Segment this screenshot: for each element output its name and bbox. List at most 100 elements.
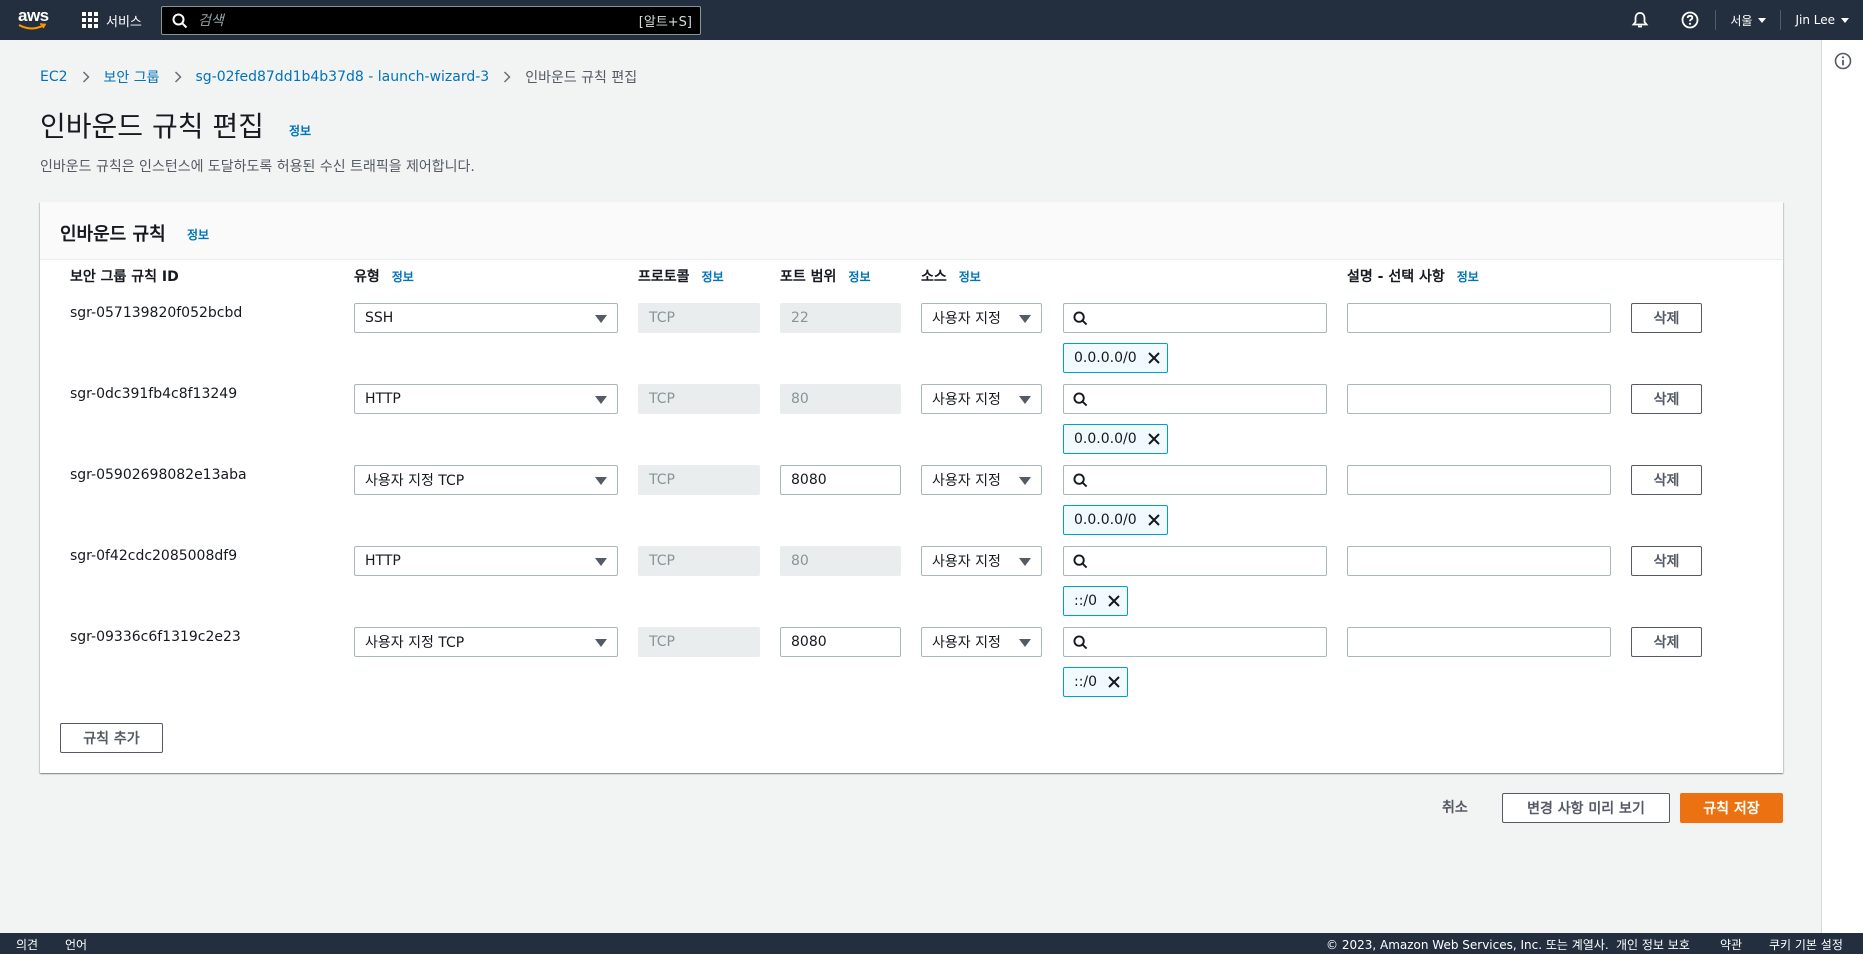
source-select[interactable]: 사용자 지정 xyxy=(921,465,1042,495)
cidr-token-label: ::/0 xyxy=(1074,593,1098,609)
services-label: 서비스 xyxy=(106,14,142,30)
page-title: 인바운드 규칙 편집 xyxy=(40,110,264,143)
nav-right-group: 서울 Jin Lee xyxy=(1615,0,1863,40)
rule-id: sgr-057139820f052bcbd xyxy=(70,305,243,321)
preview-changes-button[interactable]: 변경 사항 미리 보기 xyxy=(1502,793,1670,823)
cookie-preferences-link[interactable]: 쿠키 기본 설정 xyxy=(1769,936,1843,953)
column-header-description: 설명 - 선택 사항 정보 xyxy=(1347,266,1479,286)
column-label: 설명 - 선택 사항 xyxy=(1347,269,1445,285)
cidr-token: ::/0 xyxy=(1063,667,1129,697)
delete-rule-button[interactable]: 삭제 xyxy=(1631,627,1702,657)
description-input[interactable] xyxy=(1347,303,1611,333)
page-info-link[interactable]: 정보 xyxy=(289,122,311,139)
port-range-info-link[interactable]: 정보 xyxy=(848,268,870,285)
type-select[interactable]: HTTP xyxy=(354,384,618,414)
column-header-type: 유형 정보 xyxy=(354,266,414,286)
caret-down-icon xyxy=(595,639,607,647)
region-selector[interactable]: 서울 xyxy=(1716,0,1780,40)
source-select[interactable]: 사용자 지정 xyxy=(921,303,1042,333)
account-menu[interactable]: Jin Lee xyxy=(1781,0,1863,40)
type-select[interactable]: HTTP xyxy=(354,546,618,576)
close-icon[interactable] xyxy=(1147,513,1161,527)
search-input[interactable] xyxy=(188,7,639,34)
aws-logo-text: aws xyxy=(18,6,49,25)
rule-id: sgr-0dc391fb4c8f13249 xyxy=(70,386,238,402)
search-icon xyxy=(1073,472,1088,487)
services-menu-button[interactable]: 서비스 xyxy=(82,0,142,40)
close-icon[interactable] xyxy=(1107,675,1121,689)
delete-rule-button[interactable]: 삭제 xyxy=(1631,465,1702,495)
help-button[interactable] xyxy=(1665,0,1715,40)
rule-id: sgr-05902698082e13aba xyxy=(70,467,247,483)
port-range-field: 80 xyxy=(780,384,901,414)
rule-id: sgr-0f42cdc2085008df9 xyxy=(70,548,238,564)
cidr-search-input[interactable] xyxy=(1063,303,1327,333)
help-icon xyxy=(1681,11,1699,29)
source-select[interactable]: 사용자 지정 xyxy=(921,627,1042,657)
cidr-search-input[interactable] xyxy=(1063,546,1327,576)
source-select-value: 사용자 지정 xyxy=(932,554,1001,570)
add-rule-button[interactable]: 규칙 추가 xyxy=(60,723,163,753)
terms-link[interactable]: 약관 xyxy=(1720,936,1742,953)
type-select[interactable]: 사용자 지정 TCP xyxy=(354,465,618,495)
region-label: 서울 xyxy=(1730,13,1753,28)
column-label: 유형 xyxy=(354,269,380,285)
column-header-protocol: 프로토콜 정보 xyxy=(638,266,724,286)
breadcrumb-security-group[interactable]: sg-02fed87dd1b4b37d8 - launch-wizard-3 xyxy=(196,69,490,85)
close-icon[interactable] xyxy=(1147,351,1161,365)
source-select-value: 사용자 지정 xyxy=(932,392,1001,408)
caret-down-icon xyxy=(595,315,607,323)
close-icon[interactable] xyxy=(1107,594,1121,608)
source-select[interactable]: 사용자 지정 xyxy=(921,384,1042,414)
cidr-token-label: ::/0 xyxy=(1074,674,1098,690)
panel-header: 인바운드 규칙 정보 xyxy=(40,202,1783,260)
panel-info-link[interactable]: 정보 xyxy=(187,226,209,243)
source-info-link[interactable]: 정보 xyxy=(959,268,981,285)
description-input[interactable] xyxy=(1347,384,1611,414)
privacy-link[interactable]: 개인 정보 보호 xyxy=(1616,936,1690,953)
delete-rule-button[interactable]: 삭제 xyxy=(1631,546,1702,576)
search-icon xyxy=(1073,553,1088,568)
caret-down-icon xyxy=(1758,17,1767,23)
column-header-port-range: 포트 범위 정보 xyxy=(780,266,871,286)
type-select[interactable]: 사용자 지정 TCP xyxy=(354,627,618,657)
breadcrumb-ec2[interactable]: EC2 xyxy=(40,69,68,85)
caret-down-icon xyxy=(1019,315,1031,323)
caret-down-icon xyxy=(1019,477,1031,485)
save-rules-button[interactable]: 규칙 저장 xyxy=(1680,793,1783,823)
aws-logo[interactable]: aws xyxy=(18,7,50,33)
delete-rule-button[interactable]: 삭제 xyxy=(1631,384,1702,414)
cidr-token-label: 0.0.0.0/0 xyxy=(1074,431,1137,447)
cidr-search-input[interactable] xyxy=(1063,384,1327,414)
source-select[interactable]: 사용자 지정 xyxy=(921,546,1042,576)
bell-icon xyxy=(1631,12,1649,28)
type-info-link[interactable]: 정보 xyxy=(392,268,414,285)
info-icon[interactable] xyxy=(1834,52,1852,70)
description-info-link[interactable]: 정보 xyxy=(1457,268,1479,285)
breadcrumb-security-groups[interactable]: 보안 그룹 xyxy=(104,67,160,87)
panel-title: 인바운드 규칙 xyxy=(60,224,166,245)
protocol-field: TCP xyxy=(638,465,760,495)
breadcrumb: EC2 보안 그룹 sg-02fed87dd1b4b37d8 - launch-… xyxy=(40,67,637,87)
description-input[interactable] xyxy=(1347,465,1611,495)
type-select[interactable]: SSH xyxy=(354,303,618,333)
feedback-link[interactable]: 의견 xyxy=(16,936,38,953)
description-input[interactable] xyxy=(1347,627,1611,657)
close-icon[interactable] xyxy=(1147,432,1161,446)
language-link[interactable]: 언어 xyxy=(65,936,87,953)
cidr-token: 0.0.0.0/0 xyxy=(1063,505,1168,535)
notifications-button[interactable] xyxy=(1615,0,1665,40)
protocol-info-link[interactable]: 정보 xyxy=(702,268,724,285)
port-range-input[interactable]: 8080 xyxy=(780,465,901,495)
source-select-value: 사용자 지정 xyxy=(932,635,1001,651)
global-search: [알트+S] xyxy=(161,6,701,35)
cidr-search-input[interactable] xyxy=(1063,465,1327,495)
cidr-token-label: 0.0.0.0/0 xyxy=(1074,512,1137,528)
cancel-button[interactable]: 취소 xyxy=(1442,797,1468,817)
description-input[interactable] xyxy=(1347,546,1611,576)
column-label: 프로토콜 xyxy=(638,269,690,285)
delete-rule-button[interactable]: 삭제 xyxy=(1631,303,1702,333)
caret-down-icon xyxy=(595,558,607,566)
port-range-input[interactable]: 8080 xyxy=(780,627,901,657)
cidr-search-input[interactable] xyxy=(1063,627,1327,657)
